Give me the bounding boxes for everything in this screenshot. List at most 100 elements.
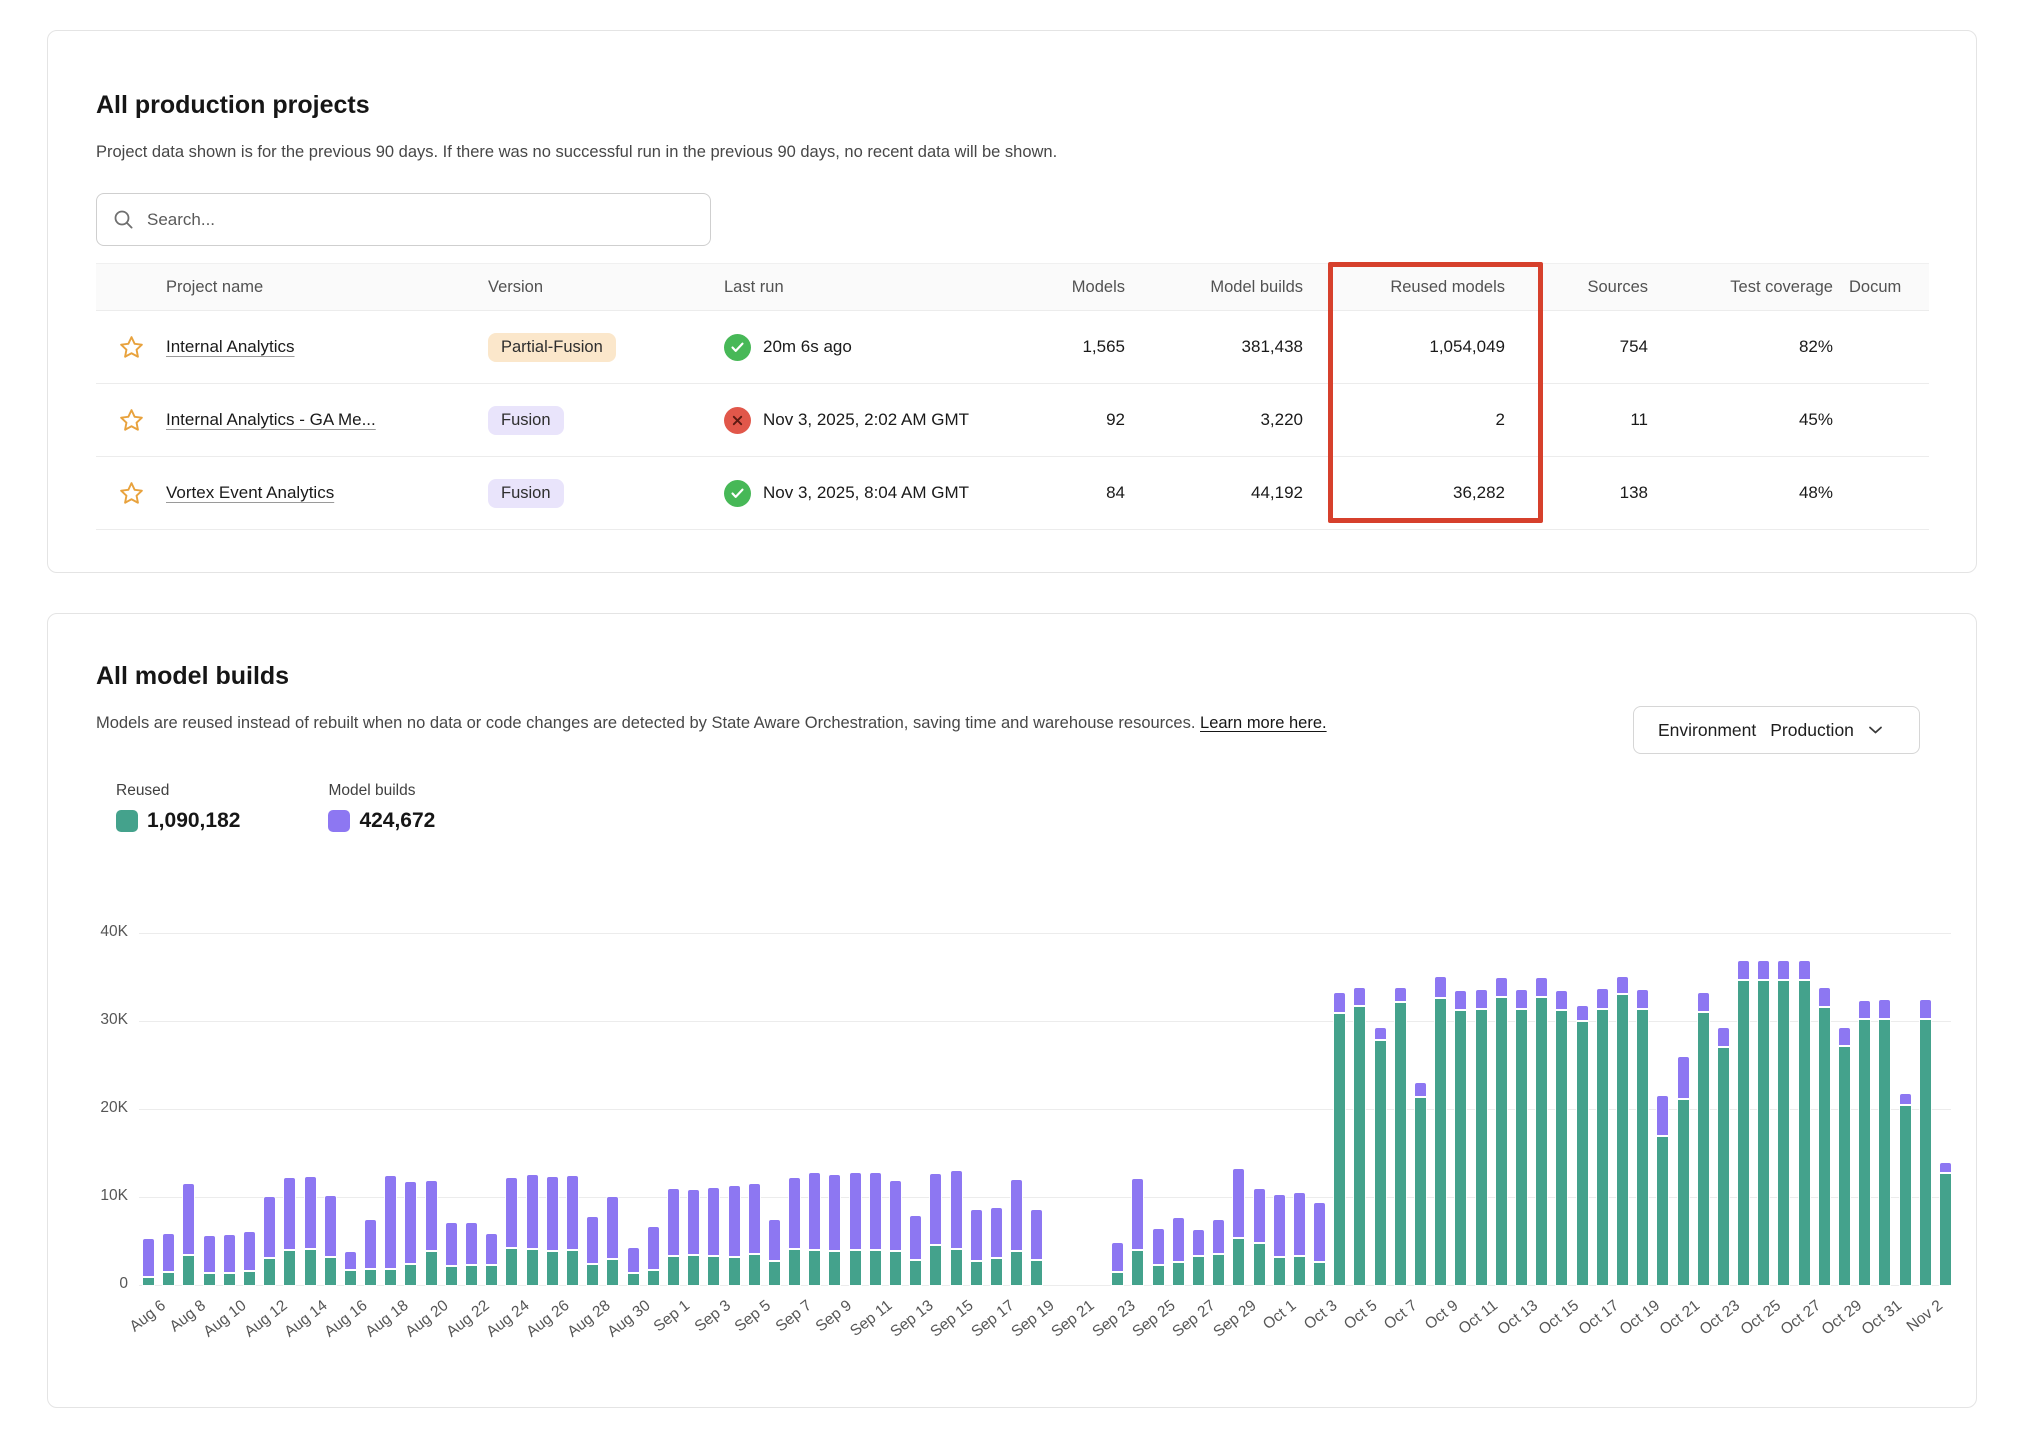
bar-segment-reused (1839, 1047, 1850, 1285)
production-projects-card: All production projects Project data sho… (47, 30, 1977, 573)
bar-segment-reused (1778, 981, 1789, 1285)
bar-segment-reused (1657, 1137, 1668, 1285)
x-axis-tick: Sep 29 (1049, 1297, 1249, 1315)
x-axis-tick: Sep 25 (968, 1297, 1168, 1315)
bar-segment-builds (789, 1178, 800, 1248)
bar-segment-builds (1173, 1218, 1184, 1261)
project-link[interactable]: Internal Analytics - GA Me... (166, 410, 376, 429)
bar-segment-builds (325, 1196, 336, 1256)
bar-segment-builds (1718, 1028, 1729, 1046)
x-axis-tick: Oct 3 (1130, 1297, 1330, 1315)
success-status-icon (724, 480, 751, 507)
bar-segment-builds (365, 1220, 376, 1268)
bar-segment-builds (809, 1173, 820, 1249)
bar-segment-reused (325, 1258, 336, 1285)
bar-segment-reused (829, 1252, 840, 1285)
bar-segment-reused (466, 1266, 477, 1285)
search-input[interactable] (147, 210, 694, 230)
failed-status-icon (724, 407, 751, 434)
bar-segment-builds (204, 1236, 215, 1272)
bar-segment-reused (1758, 981, 1769, 1285)
bar-segment-builds (688, 1190, 699, 1254)
bar-segment-reused (729, 1258, 740, 1285)
x-axis-tick: Nov 2 (1735, 1297, 1935, 1315)
favorite-star-button[interactable] (96, 480, 166, 507)
bar-segment-builds (1233, 1169, 1244, 1237)
x-axis-tick: Oct 29 (1655, 1297, 1855, 1315)
bar-segment-reused (143, 1278, 154, 1285)
bar-segment-builds (870, 1173, 881, 1249)
x-axis-tick: Oct 19 (1453, 1297, 1653, 1315)
model-builds-count: 44,192 (1141, 483, 1319, 503)
bar-segment-builds (729, 1186, 740, 1256)
favorite-star-button[interactable] (96, 407, 166, 434)
bar-segment-reused (1859, 1020, 1870, 1285)
bar-segment-builds (567, 1176, 578, 1249)
sources-count: 138 (1521, 483, 1664, 503)
sources-count: 754 (1521, 337, 1664, 357)
bar-segment-builds (1153, 1229, 1164, 1264)
bar-segment-builds (951, 1171, 962, 1248)
x-axis-tick: Oct 27 (1614, 1297, 1814, 1315)
x-axis-tick: Sep 5 (564, 1297, 764, 1315)
x-axis-tick: Oct 17 (1412, 1297, 1612, 1315)
project-search[interactable] (96, 193, 711, 246)
bar-segment-reused (1254, 1244, 1265, 1285)
bar-segment-reused (1637, 1010, 1648, 1285)
bar-segment-builds (910, 1216, 921, 1259)
bar-segment-builds (1617, 977, 1628, 993)
bar-segment-reused (850, 1251, 861, 1285)
y-axis-tick: 0 (68, 1275, 128, 1293)
x-axis-tick: Sep 9 (645, 1297, 845, 1315)
bar-segment-reused (1193, 1257, 1204, 1285)
bar-segment-builds (1011, 1180, 1022, 1250)
bar-segment-builds (183, 1184, 194, 1254)
project-link[interactable]: Internal Analytics (166, 337, 295, 356)
bar-segment-reused (930, 1246, 941, 1285)
bar-segment-builds (890, 1181, 901, 1250)
bar-segment-reused (1718, 1048, 1729, 1285)
bar-segment-reused (486, 1266, 497, 1285)
bar-segment-builds (1395, 988, 1406, 1001)
bar-segment-reused (345, 1271, 356, 1285)
bar-segment-builds (607, 1197, 618, 1258)
bar-segment-builds (1839, 1028, 1850, 1045)
models-count: 1,565 (1034, 337, 1141, 357)
favorite-star-button[interactable] (96, 334, 166, 361)
bar-segment-reused (426, 1252, 437, 1285)
star-icon (118, 334, 145, 361)
success-status-icon (724, 334, 751, 361)
bar-segment-builds (385, 1176, 396, 1268)
x-axis-tick: Sep 19 (847, 1297, 1047, 1315)
stacked-bar-chart: 010K20K30K40KAug 6Aug 8Aug 10Aug 12Aug 1… (48, 614, 1976, 1407)
bar-segment-reused (547, 1252, 558, 1285)
bar-segment-builds (1314, 1203, 1325, 1261)
bar-segment-reused (305, 1250, 316, 1285)
bar-segment-builds (1879, 1000, 1890, 1018)
bar-segment-reused (789, 1250, 800, 1285)
bar-segment-reused (971, 1262, 982, 1285)
x-axis-tick: Aug 10 (48, 1297, 239, 1315)
bar-segment-builds (1213, 1220, 1224, 1253)
y-axis-tick: 20K (68, 1099, 128, 1117)
x-axis-tick: Oct 23 (1533, 1297, 1733, 1315)
bar-segment-reused (1233, 1239, 1244, 1285)
search-icon (113, 209, 134, 230)
bar-segment-reused (527, 1250, 538, 1285)
models-count: 92 (1034, 410, 1141, 430)
projects-card-title: All production projects (96, 91, 370, 120)
bar-segment-reused (1920, 1020, 1931, 1285)
bar-segment-reused (1900, 1106, 1911, 1285)
x-axis-tick: Oct 1 (1089, 1297, 1289, 1315)
bar-segment-builds (1132, 1179, 1143, 1249)
table-row: Internal Analytics Partial-Fusion 20m 6s… (96, 311, 1929, 384)
bar-segment-reused (1738, 981, 1749, 1285)
y-axis-tick: 30K (68, 1011, 128, 1029)
x-axis-tick: Oct 15 (1372, 1297, 1572, 1315)
project-link[interactable]: Vortex Event Analytics (166, 483, 334, 502)
bar-segment-reused (1314, 1263, 1325, 1285)
bar-segment-reused (183, 1256, 194, 1285)
x-axis-tick: Aug 24 (322, 1297, 522, 1315)
test-coverage-value: 48% (1664, 483, 1849, 503)
bar-segment-reused (567, 1251, 578, 1285)
